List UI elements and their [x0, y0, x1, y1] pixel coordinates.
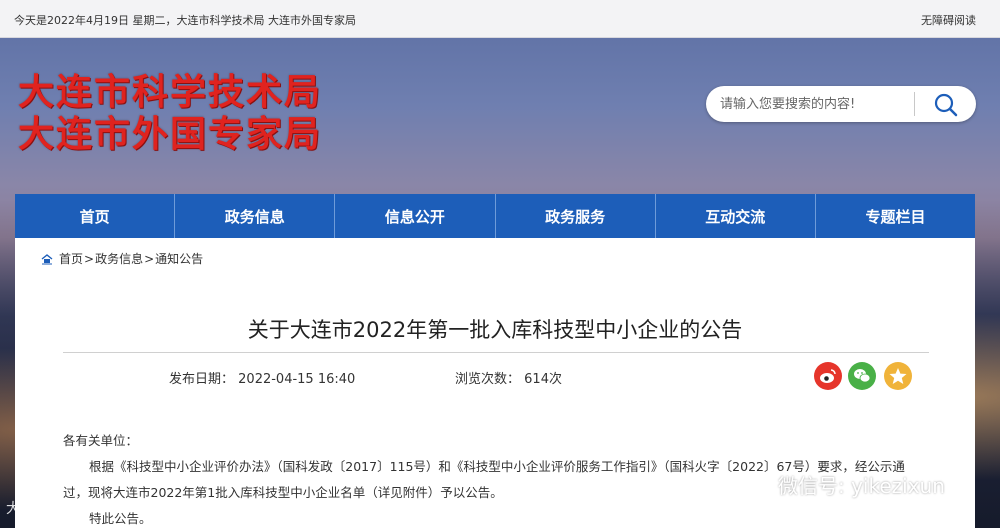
search-divider — [914, 92, 915, 116]
share-wechat-button[interactable] — [848, 362, 876, 390]
nav-item-special-topics[interactable]: 专题栏目 — [816, 194, 975, 238]
nav-item-info-disclosure[interactable]: 信息公开 — [335, 194, 496, 238]
view-count-label: 浏览次数： — [455, 372, 521, 387]
publish-date: 发布日期： 2022-04-15 16:40 — [169, 368, 355, 387]
weibo-icon — [820, 369, 836, 383]
logo-line-1: 大连市科学技术局 — [18, 72, 323, 113]
salutation: 各有关单位： — [63, 433, 139, 448]
search-input[interactable] — [720, 94, 900, 114]
breadcrumb-notices[interactable]: 通知公告 — [155, 250, 203, 267]
breadcrumb-separator: > — [144, 251, 155, 266]
share-weibo-button[interactable] — [814, 362, 842, 390]
wechat-icon — [854, 369, 871, 383]
view-count: 浏览次数： 614次 — [455, 368, 562, 387]
wechat-watermark-icon — [746, 474, 771, 494]
search-button[interactable] — [922, 88, 970, 120]
main-nav: 首页 政务信息 信息公开 政务服务 互动交流 专题栏目 — [15, 194, 975, 238]
add-favorite-button[interactable] — [884, 362, 912, 390]
article-closing: 特此公告。 — [89, 511, 152, 526]
publish-date-value: 2022-04-15 16:40 — [238, 372, 356, 387]
view-count-value: 614次 — [524, 372, 562, 387]
watermark-right: 微信号: yikezixun — [746, 470, 945, 499]
search-box — [706, 86, 976, 122]
nav-item-home[interactable]: 首页 — [15, 194, 176, 238]
article-title: 关于大连市2022年第一批入库科技型中小企业的公告 — [247, 318, 743, 342]
breadcrumb: 首页 > 政务信息 > 通知公告 — [41, 250, 203, 267]
search-icon — [934, 93, 958, 117]
watermark-left: 大数跨境 — [6, 501, 62, 517]
favorite-icon — [889, 368, 907, 384]
watermark-right-text: 微信号: yikezixun — [778, 474, 945, 498]
site-logo[interactable]: 大连市科学技术局 大连市外国专家局 — [18, 72, 322, 156]
breadcrumb-government-info[interactable]: 政务信息 — [95, 250, 143, 267]
breadcrumb-home[interactable]: 首页 — [59, 250, 83, 267]
nav-item-interaction[interactable]: 互动交流 — [656, 194, 816, 238]
breadcrumb-separator: > — [84, 251, 95, 266]
logo-line-2: 大连市外国专家局 — [18, 114, 323, 155]
title-divider — [63, 352, 929, 353]
top-bar: 今天是2022年4月19日 星期二，大连市科学技术局 大连市外国专家局 无障碍阅… — [0, 0, 1000, 38]
accessibility-link[interactable]: 无障碍阅读 — [921, 12, 976, 28]
nav-item-government-info[interactable]: 政务信息 — [175, 194, 336, 238]
nav-item-government-services[interactable]: 政务服务 — [496, 194, 656, 238]
home-icon — [41, 253, 53, 264]
current-date-text: 今天是2022年4月19日 星期二，大连市科学技术局 大连市外国专家局 — [14, 14, 356, 27]
publish-date-label: 发布日期： — [169, 372, 235, 387]
